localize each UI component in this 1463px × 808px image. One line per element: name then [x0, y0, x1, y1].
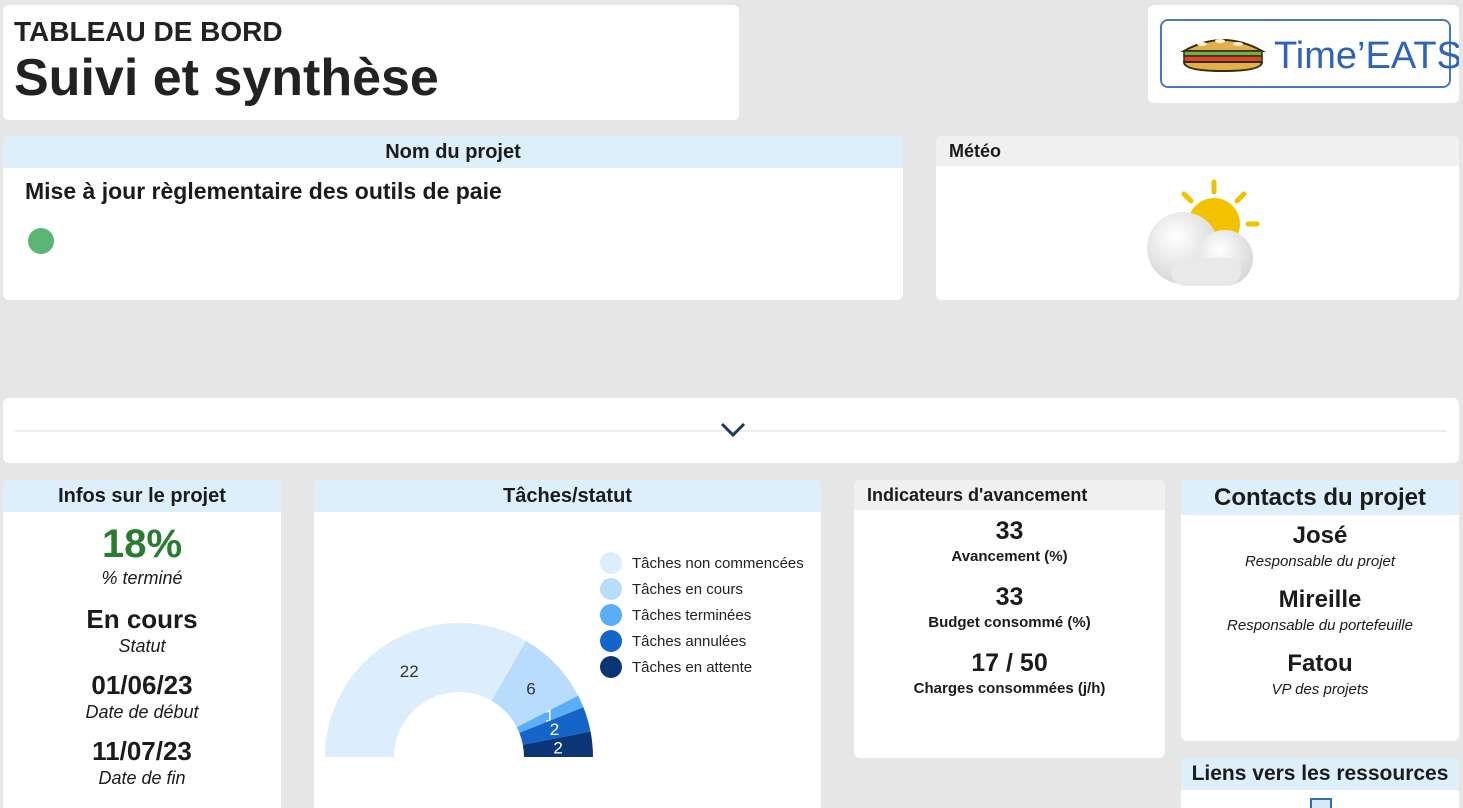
- contact-name: Mireille: [1278, 586, 1362, 613]
- legend-swatch: [600, 630, 622, 652]
- slice-label-1: 22: [400, 662, 419, 681]
- contact-role: VP des projets: [1271, 681, 1369, 698]
- legend-swatch: [600, 552, 622, 574]
- legend-item[interactable]: Tâches en cours: [600, 576, 804, 602]
- chevron-down-icon[interactable]: [719, 418, 747, 440]
- indicators-card: Indicateurs d'avancement 33 Avancement (…: [854, 480, 1165, 758]
- sandwich-icon: [1180, 39, 1266, 73]
- legend-label: Tâches non commencées: [632, 554, 804, 572]
- sun-behind-cloud-icon: [1147, 179, 1260, 286]
- start-date-label: Date de début: [85, 702, 199, 722]
- contact-role: Responsable du portefeuille: [1227, 617, 1413, 634]
- legend-label: Tâches en attente: [632, 658, 753, 676]
- slice-label-2: 6: [526, 679, 535, 698]
- start-date: 01/06/23: [91, 670, 193, 700]
- legend-label: Tâches en cours: [632, 580, 743, 598]
- contacts-card: Contacts du projet José Responsable du p…: [1181, 480, 1459, 741]
- project-card: Nom du projet Mise à jour règlementaire …: [3, 136, 903, 300]
- legend-label: Tâches annulées: [632, 632, 747, 650]
- collapse-bar[interactable]: [3, 398, 1459, 463]
- chart-legend: Tâches non commencées Tâches en cours Tâ…: [600, 550, 804, 680]
- links-band: Liens vers les ressources: [1181, 758, 1459, 790]
- document-icon[interactable]: [1310, 798, 1332, 808]
- status-value: En cours: [86, 604, 198, 634]
- slice-label-4: 2: [550, 720, 559, 739]
- end-date-label: Date de fin: [98, 768, 186, 788]
- infos-card: Infos sur le projet 18% % terminé En cou…: [3, 480, 281, 808]
- title-card: TABLEAU DE BORD Suivi et synthèse: [3, 5, 739, 120]
- legend-label: Tâches terminées: [632, 606, 752, 624]
- status-indicator: [28, 228, 54, 254]
- contacts-band: Contacts du projet: [1181, 480, 1459, 515]
- contact-name: José: [1292, 522, 1348, 549]
- tasks-card: Tâches/statut 22 6 1 2 2 Tâches non commencé…: [314, 480, 821, 808]
- legend-item[interactable]: Tâches en attente: [600, 654, 804, 680]
- legend-swatch: [600, 578, 622, 600]
- indicators-band: Indicateurs d'avancement: [854, 480, 1165, 510]
- legend-swatch: [600, 656, 622, 678]
- tasks-band: Tâches/statut: [314, 480, 821, 512]
- legend-item[interactable]: Tâches terminées: [600, 602, 804, 628]
- workload-value: 17 / 50: [971, 649, 1048, 677]
- percent-label: % terminé: [101, 568, 183, 588]
- logo-text: Time’EATS: [1274, 35, 1459, 77]
- dashboard-label: TABLEAU DE BORD: [14, 16, 283, 47]
- legend-item[interactable]: Tâches annulées: [600, 628, 804, 654]
- project-band: Nom du projet: [3, 136, 903, 168]
- budget-value: 33: [995, 583, 1024, 611]
- slice-label-5: 2: [553, 739, 562, 758]
- logo-frame: Time’EATS: [1160, 19, 1459, 88]
- progress-label: Avancement (%): [951, 548, 1068, 565]
- status-label: Statut: [118, 636, 166, 656]
- contact-role: Responsable du projet: [1244, 553, 1396, 570]
- infos-band: Infos sur le projet: [3, 480, 281, 512]
- progress-value: 33: [995, 517, 1024, 545]
- end-date: 11/07/23: [92, 736, 192, 766]
- workload-label: Charges consommées (j/h): [913, 680, 1106, 697]
- project-name: Mise à jour règlementaire des outils de …: [25, 178, 502, 204]
- budget-label: Budget consommé (%): [928, 614, 1091, 631]
- slice-1[interactable]: [325, 623, 526, 757]
- logo-card: Time’EATS: [1148, 5, 1459, 103]
- legend-item[interactable]: Tâches non commencées: [600, 550, 804, 576]
- meteo-card: Météo: [936, 136, 1459, 300]
- page-title: Suivi et synthèse: [14, 49, 439, 107]
- percent-complete: 18%: [101, 522, 183, 566]
- tasks-half-donut-chart: 226122: [325, 623, 593, 758]
- legend-swatch: [600, 604, 622, 626]
- meteo-band: Météo: [936, 136, 1459, 166]
- contact-name: Fatou: [1287, 650, 1353, 677]
- links-card: Liens vers les ressources: [1181, 758, 1459, 808]
